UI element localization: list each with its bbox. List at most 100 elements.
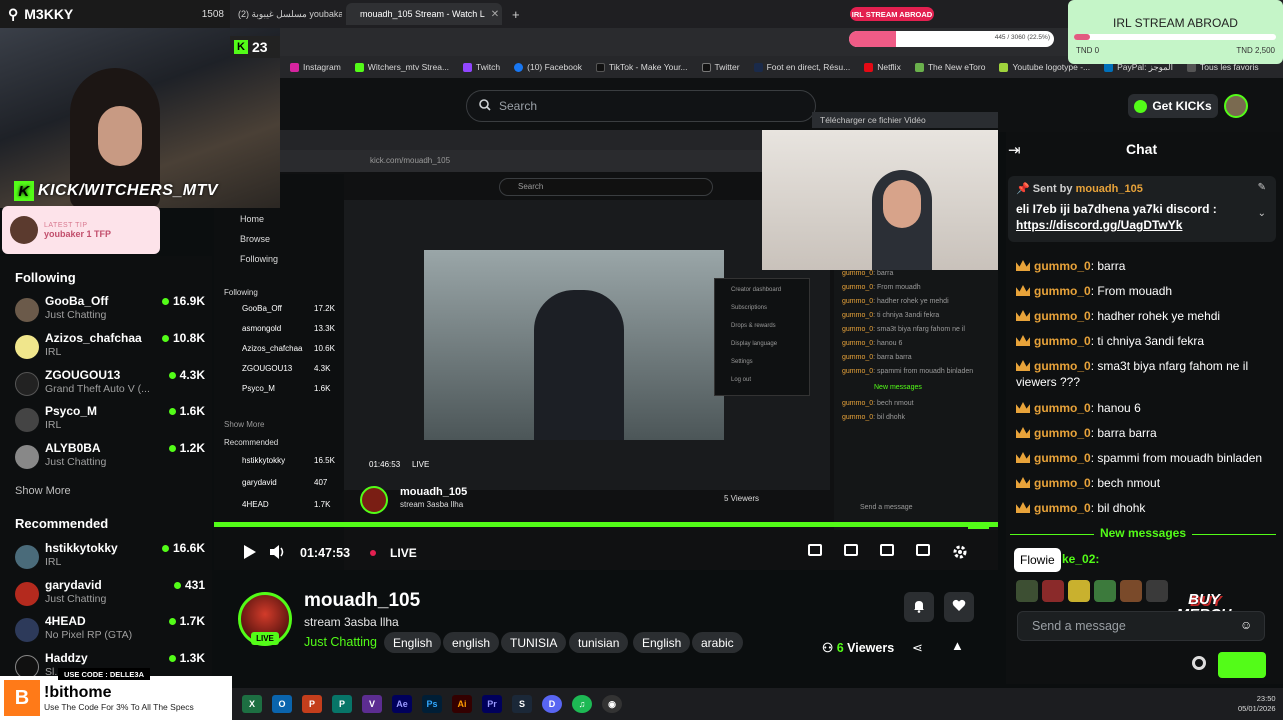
video-player[interactable]: kick.com/mouadh_105 Search Home Browse F… bbox=[214, 130, 998, 570]
system-clock: 23:50 05/01/2026 bbox=[1238, 694, 1276, 713]
sidebar-item-following[interactable]: ZGOUGOU13 Grand Theft Auto V (... 4.3K bbox=[15, 368, 205, 402]
channel-name[interactable]: mouadh_105 bbox=[304, 590, 420, 612]
fullscreen-icon[interactable] bbox=[916, 543, 930, 556]
bookmark-facebook[interactable]: (10) Facebook bbox=[514, 62, 582, 72]
category-link[interactable]: Just Chatting bbox=[304, 635, 377, 649]
promo-code-label: USE CODE : DELLE3A bbox=[58, 668, 150, 680]
emote-icon[interactable] bbox=[1016, 580, 1038, 602]
close-icon[interactable]: ✕ bbox=[491, 9, 499, 20]
chat-message-input[interactable] bbox=[1017, 611, 1265, 641]
outlook-icon[interactable]: O bbox=[272, 695, 292, 713]
report-icon[interactable]: ▲ bbox=[951, 638, 964, 653]
chevron-down-icon[interactable]: ⌄ bbox=[1258, 208, 1266, 219]
unpin-icon[interactable]: ✎ bbox=[1258, 182, 1266, 193]
sidebar-item-following[interactable]: Azizos_chafchaa IRL 10.8K bbox=[15, 331, 205, 365]
facebook-icon bbox=[514, 62, 524, 72]
steam-icon[interactable]: S bbox=[512, 695, 532, 713]
latest-tip-value: youbaker 1 TFP bbox=[44, 228, 112, 239]
profile-avatar[interactable] bbox=[1224, 94, 1248, 118]
new-tab-button[interactable]: + bbox=[504, 3, 524, 25]
spotify-icon[interactable]: ♫ bbox=[572, 695, 592, 713]
etoro-icon bbox=[914, 62, 924, 72]
discord-icon[interactable]: D bbox=[542, 695, 562, 713]
search-placeholder: Search bbox=[499, 99, 538, 113]
settings-icon[interactable] bbox=[952, 544, 968, 563]
partial-username[interactable]: ke_02: bbox=[1062, 552, 1099, 566]
share-icon[interactable]: ⋖ bbox=[912, 640, 923, 656]
bookmark-netflix[interactable]: Netflix bbox=[864, 62, 901, 72]
live-dot-icon bbox=[370, 550, 377, 556]
kick-logo-icon: K bbox=[234, 40, 248, 54]
chat-message: gummo_0: ti chniya 3andi fekra bbox=[1016, 333, 1274, 349]
emoji-icon[interactable]: ☺ bbox=[1240, 618, 1252, 632]
bookmark-witchers[interactable]: Witchers_mtv Strea... bbox=[354, 62, 449, 72]
sidebar-item-recommended[interactable]: hstikkytokky IRL 16.6K bbox=[15, 541, 205, 575]
illustrator-icon[interactable]: Ai bbox=[452, 695, 472, 713]
chat-tooltip: Flowie bbox=[1014, 548, 1061, 572]
clip-icon[interactable] bbox=[844, 543, 858, 556]
avatar bbox=[15, 582, 39, 606]
after-effects-icon[interactable]: Ae bbox=[392, 695, 412, 713]
emote-icon[interactable] bbox=[1094, 580, 1116, 602]
sidebar: Following GooBa_Off Just Chatting 16.9K … bbox=[0, 256, 212, 686]
bookmark-tiktok[interactable]: TikTok - Make Your... bbox=[595, 62, 688, 72]
powerpoint-icon[interactable]: P bbox=[302, 695, 322, 713]
play-icon[interactable] bbox=[244, 544, 256, 562]
collapse-chat-icon[interactable]: ⇥ bbox=[1008, 141, 1021, 159]
excel-icon[interactable]: X bbox=[242, 695, 262, 713]
crown-badge-icon bbox=[1016, 310, 1030, 321]
discord-link[interactable]: https://discord.gg/UagDTwYk bbox=[1016, 218, 1182, 232]
crown-badge-icon bbox=[1016, 285, 1030, 296]
emote-icon[interactable] bbox=[1068, 580, 1090, 602]
sidebar-item-recommended[interactable]: garydavid Just Chatting 431 bbox=[15, 578, 205, 612]
browser-tab[interactable]: مسلسل غيبوبة (2) youbaka ✕ bbox=[230, 3, 342, 25]
bookmark-twitch[interactable]: Twitch bbox=[463, 62, 500, 72]
playback-progress-bar[interactable] bbox=[214, 522, 998, 527]
search-input[interactable]: Search bbox=[466, 90, 816, 122]
emote-icon[interactable] bbox=[1042, 580, 1064, 602]
bookmark-foot[interactable]: Foot en direct, Résu... bbox=[753, 62, 850, 72]
tag-english-lower[interactable]: english bbox=[443, 632, 500, 653]
bookmark-instagram[interactable]: Instagram bbox=[290, 62, 341, 72]
tag-english-2[interactable]: English bbox=[633, 632, 691, 653]
emote-icon[interactable] bbox=[1120, 580, 1142, 602]
sidebar-item-following[interactable]: GooBa_Off Just Chatting 16.9K bbox=[15, 294, 205, 328]
get-kicks-button[interactable]: Get KICKs bbox=[1128, 94, 1218, 118]
notification-button[interactable] bbox=[904, 592, 934, 622]
recommended-heading: Recommended bbox=[15, 516, 109, 531]
inner-search: Search bbox=[499, 178, 713, 196]
pin-icon: 📌 bbox=[1016, 183, 1030, 195]
ad-headline: !bithome bbox=[44, 684, 112, 701]
latest-tip-label: LATEST TIP bbox=[44, 221, 88, 229]
theater-mode-icon[interactable] bbox=[880, 543, 894, 556]
bookmark-etoro[interactable]: The New eToro bbox=[914, 62, 985, 72]
irl-goal-title: IRL STREAM ABROAD bbox=[1113, 16, 1238, 30]
volume-icon[interactable] bbox=[270, 544, 286, 562]
crown-badge-icon bbox=[1016, 335, 1030, 346]
chat-settings-icon[interactable] bbox=[1192, 656, 1206, 670]
chat-send-button[interactable] bbox=[1218, 652, 1266, 678]
sidebar-item-following[interactable]: ALYB0BA Just Chatting 1.2K bbox=[15, 441, 205, 475]
visual-studio-icon[interactable]: V bbox=[362, 695, 382, 713]
download-video-bar[interactable]: Télécharger ce fichier Vidéo bbox=[812, 112, 998, 128]
kick-logo-icon: K bbox=[14, 181, 34, 201]
tag-tunisian[interactable]: tunisian bbox=[569, 632, 629, 653]
streamer-icon: ⚲ bbox=[8, 5, 19, 22]
publisher-icon[interactable]: P bbox=[332, 695, 352, 713]
photoshop-icon[interactable]: Ps bbox=[422, 695, 442, 713]
show-more-button[interactable]: Show More bbox=[15, 485, 71, 497]
bookmark-twitter[interactable]: Twitter bbox=[701, 62, 740, 72]
browser-tab-active[interactable]: mouadh_105 Stream - Watch L ✕ bbox=[346, 3, 502, 25]
sidebar-item-following[interactable]: Psyco_M IRL 1.6K bbox=[15, 404, 205, 438]
pip-icon[interactable] bbox=[808, 543, 822, 556]
obs-icon[interactable]: ◉ bbox=[602, 695, 622, 713]
tag-arabic[interactable]: arabic bbox=[692, 632, 743, 653]
guest-face bbox=[883, 180, 921, 228]
follow-button[interactable] bbox=[944, 592, 974, 622]
avatar bbox=[15, 408, 39, 432]
tag-tunisia[interactable]: TUNISIA bbox=[501, 632, 567, 653]
premiere-icon[interactable]: Pr bbox=[482, 695, 502, 713]
sidebar-item-recommended[interactable]: 4HEAD No Pixel RP (GTA) 1.7K bbox=[15, 614, 205, 648]
tag-english[interactable]: English bbox=[384, 632, 442, 653]
new-messages-divider[interactable]: New messages bbox=[1010, 526, 1276, 542]
